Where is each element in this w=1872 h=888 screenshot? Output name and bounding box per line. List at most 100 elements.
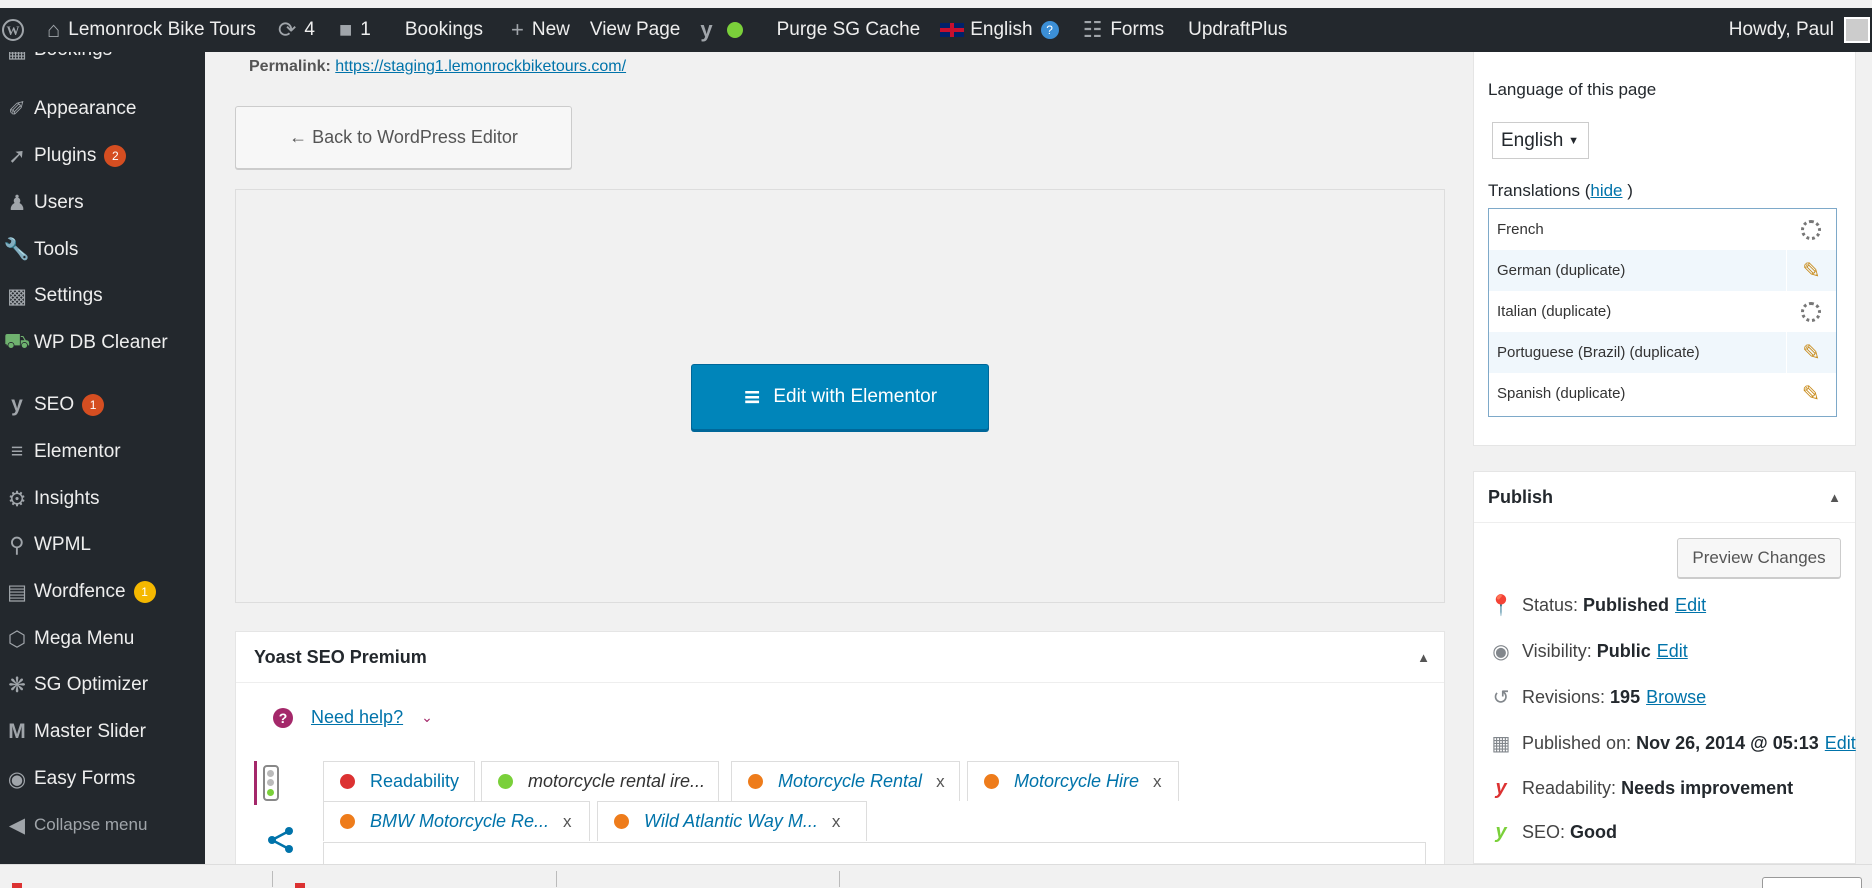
remove-keyword-button[interactable]: x <box>1153 772 1162 792</box>
sidebar-item-wpml[interactable]: ⚲ WPML <box>0 525 205 565</box>
revisions-row: ↺ Revisions: 195 Browse <box>1488 685 1707 710</box>
purge-cache-link[interactable]: Purge SG Cache <box>777 8 921 52</box>
comments-count: 1 <box>360 19 371 40</box>
tab-keyword-main[interactable]: motorcycle rental ire... <box>481 761 719 801</box>
sidebar-item-sg-optimizer[interactable]: ❋ SG Optimizer <box>0 665 205 705</box>
sidebar-item-appearance[interactable]: ✐ Appearance <box>0 89 205 129</box>
remove-keyword-button[interactable]: x <box>832 812 841 832</box>
hide-translations-link[interactable]: hide <box>1590 181 1622 200</box>
seo-row: y SEO: Good <box>1488 821 1617 844</box>
updraftplus-link[interactable]: UpdraftPlus <box>1188 8 1287 52</box>
slider-icon: M <box>8 720 26 743</box>
new-label: New <box>531 19 570 40</box>
calendar-icon: ▦ <box>1491 733 1511 755</box>
sidebar-item-master-slider[interactable]: M Master Slider <box>0 712 205 752</box>
sidebar-item-insights[interactable]: ⚙ Insights <box>0 479 205 519</box>
sidebar-item-easy-forms[interactable]: ◉ Easy Forms <box>0 759 205 799</box>
edit-visibility-link[interactable]: Edit <box>1657 641 1688 662</box>
back-to-editor-button[interactable]: ← Back to WordPress Editor <box>235 106 572 169</box>
preview-changes-button[interactable]: Preview Changes <box>1677 538 1841 578</box>
language-box-title: Language of this page <box>1488 80 1657 99</box>
yoast-icon: y <box>700 17 713 42</box>
pencil-icon[interactable]: ✎ <box>1786 373 1836 414</box>
sidebar-item-bookings[interactable]: ▦ Bookings <box>0 52 205 70</box>
edit-status-link[interactable]: Edit <box>1675 595 1706 616</box>
need-help-link[interactable]: Need help? <box>311 707 403 728</box>
browse-revisions-link[interactable]: Browse <box>1646 687 1706 708</box>
tab-readability[interactable]: Readability <box>323 761 475 801</box>
status-dot <box>340 774 355 789</box>
yoast-icon: y <box>11 393 23 416</box>
tab-keyword-wild-atlantic[interactable]: Wild Atlantic Way M... x <box>597 801 867 841</box>
translation-row-spanish: Spanish (duplicate) ✎ <box>1489 373 1836 414</box>
site-name-link[interactable]: ⌂ Lemonrock Bike Tours <box>47 8 256 52</box>
remove-keyword-button[interactable]: x <box>563 812 572 832</box>
language-label: English <box>970 19 1033 40</box>
tab-keyword-bmw[interactable]: BMW Motorcycle Re... x <box>323 801 590 841</box>
updates-count: 4 <box>304 19 315 40</box>
pencil-icon[interactable]: ✎ <box>1786 332 1836 373</box>
sidebar-item-settings[interactable]: ▩ Settings <box>0 276 205 316</box>
yoast-title: Yoast SEO Premium <box>254 646 427 667</box>
yoast-header[interactable]: Yoast SEO Premium ▲ <box>236 632 1444 683</box>
sidebar-item-elementor[interactable]: ≡ Elementor <box>0 432 205 472</box>
sidebar-item-seo[interactable]: y SEO 1 <box>0 385 205 425</box>
language-select[interactable]: English ▼ <box>1492 122 1589 159</box>
sidebar-item-tools[interactable]: 🔧 Tools <box>0 230 205 270</box>
yoast-menu[interactable]: y <box>700 8 743 52</box>
admin-sidebar: ▦ Bookings ✐ Appearance ➚ Plugins 2 ♟ Us… <box>0 52 205 864</box>
remove-keyword-button[interactable]: x <box>936 772 945 792</box>
publish-header[interactable]: Publish ▲ <box>1474 472 1855 523</box>
collapse-arrow-icon[interactable]: ▲ <box>1828 490 1841 505</box>
collapse-menu-button[interactable]: ◀ Collapse menu <box>0 805 205 845</box>
calendar-icon: ▦ <box>0 52 34 63</box>
language-switcher[interactable]: English ? <box>940 8 1059 52</box>
updraft-label: UpdraftPlus <box>1188 19 1288 40</box>
collapse-icon: ◀ <box>8 813 26 837</box>
sidebar-item-wordfence[interactable]: ▤ Wordfence 1 <box>0 572 205 612</box>
collapse-arrow-icon[interactable]: ▲ <box>1417 650 1430 665</box>
tab-keyword-motorcycle-rental[interactable]: Motorcycle Rental x <box>731 761 960 801</box>
users-icon: ♟ <box>7 191 27 215</box>
translation-row-portuguese: Portuguese (Brazil) (duplicate) ✎ <box>1489 332 1836 373</box>
new-link[interactable]: + New <box>511 8 570 52</box>
status-dot <box>748 774 763 789</box>
insights-icon: ⚙ <box>7 487 27 511</box>
wordpress-logo-icon[interactable]: W <box>2 8 24 52</box>
spinner-icon[interactable] <box>1786 209 1836 250</box>
traffic-light-icon[interactable] <box>254 761 284 805</box>
permalink-url[interactable]: https://staging1.lemonrockbiketours.com/ <box>335 58 626 75</box>
status-dot <box>498 774 513 789</box>
bookings-link[interactable]: Bookings <box>405 8 483 52</box>
eye-icon: ◉ <box>1492 641 1510 663</box>
wrench-icon: 🔧 <box>3 238 31 261</box>
sidebar-item-users[interactable]: ♟ Users <box>0 183 205 223</box>
tab-keyword-motorcycle-hire[interactable]: Motorcycle Hire x <box>967 761 1179 801</box>
status-dot <box>340 814 355 829</box>
avatar <box>1844 17 1870 43</box>
admin-bar: W ⌂ Lemonrock Bike Tours ⟳ 4 ■ 1 Booking… <box>0 8 1872 52</box>
comments-link[interactable]: ■ 1 <box>339 8 371 52</box>
pencil-icon[interactable]: ✎ <box>1786 250 1836 291</box>
view-page-link[interactable]: View Page <box>590 8 681 52</box>
permalink-label: Permalink: <box>249 58 331 75</box>
spinner-icon[interactable] <box>1786 291 1836 332</box>
need-help-toggle[interactable]: ? Need help? ⌄ <box>273 707 433 728</box>
comment-icon: ■ <box>338 17 353 42</box>
forms-link[interactable]: ☷ Forms <box>1083 8 1165 52</box>
pin-icon: 📍 <box>1488 595 1514 617</box>
permalink: Permalink: https://staging1.lemonrockbik… <box>249 58 626 76</box>
share-icon[interactable] <box>266 825 296 862</box>
updates-link[interactable]: ⟳ 4 <box>278 8 315 52</box>
wpml-language-box: Language of this page English ▼ Translat… <box>1473 52 1856 446</box>
sidebar-item-plugins[interactable]: ➚ Plugins 2 <box>0 136 205 176</box>
sidebar-item-wp-db-cleaner[interactable]: ⛟ WP DB Cleaner <box>0 323 205 363</box>
sidebar-item-mega-menu[interactable]: ⬡ Mega Menu <box>0 619 205 659</box>
edit-with-elementor-button[interactable]: ≡ Edit with Elementor <box>691 364 989 430</box>
refresh-icon: ⟳ <box>277 17 297 42</box>
forms-icon: ◉ <box>7 767 27 791</box>
bottom-strip <box>0 864 1872 888</box>
history-icon: ↺ <box>1492 687 1510 709</box>
edit-date-link[interactable]: Edit <box>1825 733 1856 754</box>
user-account-menu[interactable]: Howdy, Paul <box>1729 8 1872 52</box>
